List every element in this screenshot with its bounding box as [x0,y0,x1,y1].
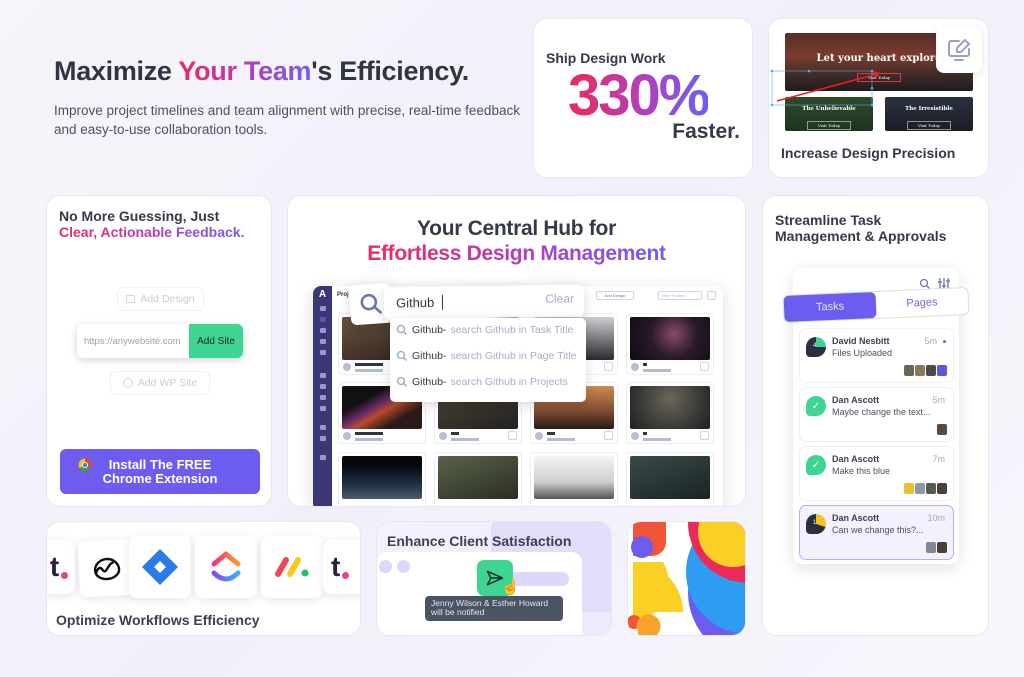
task-avatars [925,542,947,553]
search-suggestions: Github-search Github in Task Title Githu… [390,318,586,402]
add-design-button[interactable]: Add Design [117,287,204,311]
text-caret [441,294,444,310]
search-query: Github [395,294,435,311]
task-message: Make this blue [832,466,891,476]
url-input[interactable]: https://anywebsite.com [77,324,189,358]
image-icon [126,295,136,303]
feedback-card: No More Guessing, Just Clear, Actionable… [46,195,272,507]
add-site-form: https://anywebsite.com Add Site [77,324,243,358]
project-thumb[interactable] [626,452,714,506]
suggestion-item[interactable]: Github-search Github in Projects [396,376,568,388]
jira-logo-icon [129,536,191,598]
filter-folders-input[interactable]: Filter Folders [658,291,702,300]
projects-label: Proj [337,292,349,298]
ship-faster-card: Ship Design Work 330% Faster. [533,18,753,178]
task-item-selected[interactable]: 1 Dan Ascott Can we change this?... 10m [799,505,954,560]
project-thumb[interactable] [626,382,714,444]
task-management-card: Streamline Task Management & Approvals T… [762,195,989,636]
task-message: Files Uploaded [832,348,893,358]
hero-subtitle: Improve project timelines and team align… [54,103,520,137]
design-precision-card: Let your heart explore Visit Today The U… [768,18,989,178]
decorative-shapes-card [627,521,746,636]
basecamp-logo-icon [77,538,137,598]
monday-logo-icon [261,536,323,598]
toggl-logo-icon: t [47,540,75,594]
check-icon: ✓ [806,396,826,416]
project-thumb[interactable] [626,313,714,375]
task-message: Can we change this?... [832,525,924,535]
client-title: Enhance Client Satisfaction [387,533,572,549]
notify-tooltip: Jenny Wilson & Esther Howard will be not… [425,596,563,621]
project-thumb[interactable] [434,452,522,506]
unread-dot [943,340,946,343]
ship-stat: 330% [568,63,710,128]
task-avatars [903,365,947,376]
task-time: 10m [927,513,945,523]
task-author: Dan Ascott [832,513,880,523]
chrome-icon [78,458,92,472]
workflow-integrations-card: t t Optimize Workflows Efficiency [46,521,361,636]
hero-title: Maximize Your Team's Efficiency. [54,56,469,86]
app-more-button[interactable] [707,291,716,300]
edit-screen-icon [948,39,970,61]
app-logo-icon: A [318,289,327,300]
app-sidebar: A [313,286,332,506]
stream-title: Streamline Task Management & Approvals [775,212,947,244]
task-item[interactable]: 4 David Nesbitt Files Uploaded 5m [799,328,954,383]
project-thumb[interactable] [530,452,618,506]
hand-cursor-icon: ☝ [501,579,520,596]
progress-badge-icon: 1 [806,514,826,534]
task-author: Dan Ascott [832,454,880,464]
client-satisfaction-card: Enhance Client Satisfaction ☝ Jenny Wils… [376,521,612,636]
suggestion-item[interactable]: Github-search Github in Task Title [396,324,573,336]
search-icon [396,376,407,387]
clickup-logo-icon [195,536,257,598]
task-time: 5m [924,336,937,346]
tab-tasks[interactable]: Tasks [783,292,877,323]
edit-design-button[interactable] [936,27,982,73]
task-time: 5m [932,395,945,405]
install-chrome-extension-button[interactable]: Install The FREE Chrome Extension [60,449,260,494]
search-clear-button[interactable]: Clear [545,291,574,305]
search-input[interactable]: Github Clear [383,284,585,320]
search-icon [396,324,407,335]
add-wp-site-button[interactable]: Add WP Site [110,371,210,395]
progress-badge-icon: 4 [806,337,826,357]
app-add-design-button[interactable]: Add Design [596,291,634,300]
task-message: Maybe change the text... [832,407,931,417]
hero-section: Maximize Your Team's Efficiency. Improve… [54,56,524,139]
feedback-title: No More Guessing, Just Clear, Actionable… [59,208,245,240]
decorative-shapes [628,522,745,635]
hub-title: Your Central Hub for Effortless Design M… [367,217,666,265]
tab-pages[interactable]: Pages [875,288,968,318]
check-icon: ✓ [806,455,826,475]
project-thumb[interactable] [338,452,426,506]
task-item[interactable]: ✓ Dan Ascott Make this blue 7m [799,446,954,501]
task-time: 7m [932,454,945,464]
task-avatars [936,424,947,435]
wordpress-icon [122,378,133,388]
precision-label: Increase Design Precision [781,145,956,161]
add-site-button[interactable]: Add Site [189,324,243,358]
task-author: David Nesbitt [832,336,890,346]
search-icon [360,293,382,314]
workflow-label: Optimize Workflows Efficiency [56,612,260,628]
suggestion-item[interactable]: Github-search Github in Page Title [396,350,577,362]
hero-title-highlight: Your Team [178,56,312,86]
task-avatars [903,483,947,494]
task-author: Dan Ascott [832,395,880,405]
task-item[interactable]: ✓ Dan Ascott Maybe change the text... 5m [799,387,954,442]
search-icon [396,350,407,361]
toggl-logo-icon: t [323,540,360,594]
ship-line2: Faster. [672,120,740,143]
